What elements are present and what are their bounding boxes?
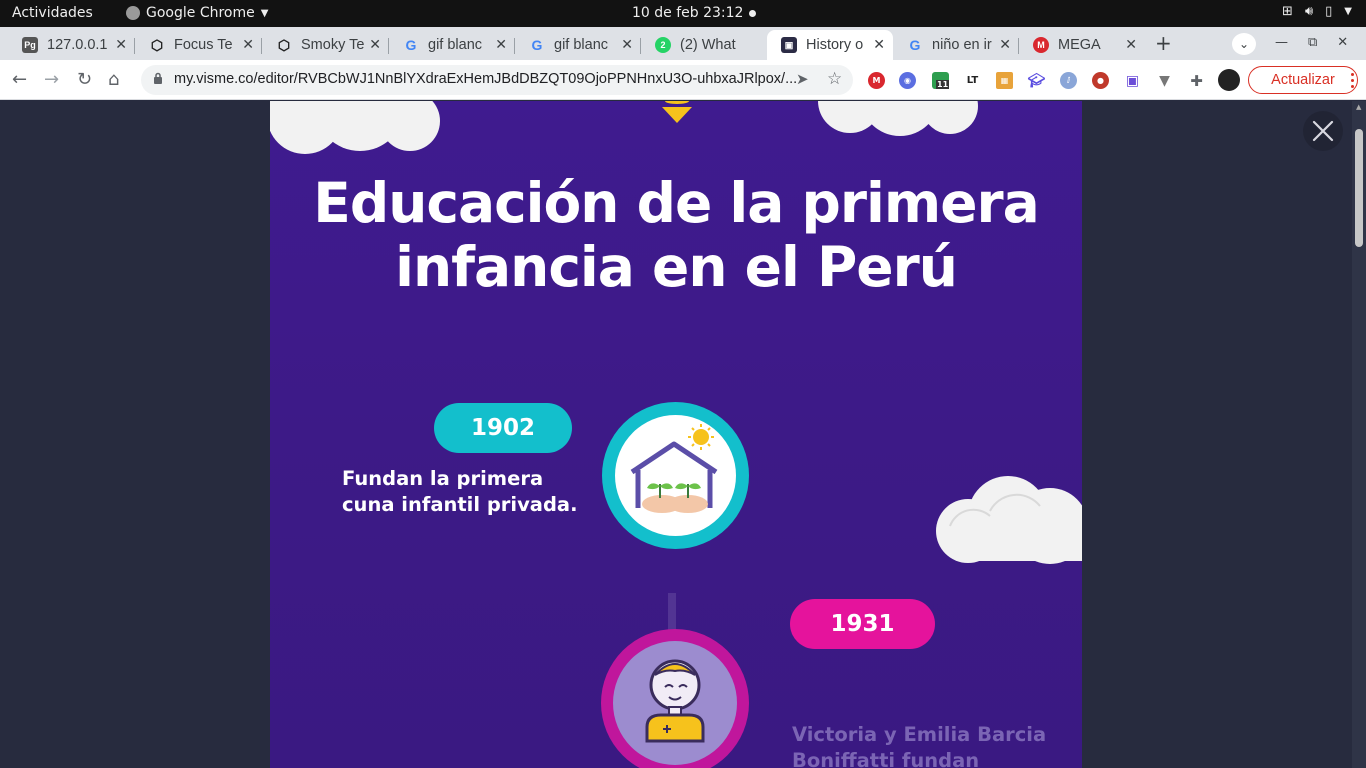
extension-with-badge-icon[interactable]: 11 bbox=[932, 72, 950, 89]
url-text[interactable]: my.visme.co/editor/RVBCbWJ1NnBlYXdraExHe… bbox=[174, 71, 797, 87]
tab-focus[interactable]: ⬡ Focus Te ✕ bbox=[135, 30, 262, 60]
event-circle-1902 bbox=[602, 402, 749, 549]
notification-dot bbox=[749, 10, 756, 17]
google-icon: G bbox=[405, 37, 417, 53]
network-icon: ⊞ bbox=[1282, 4, 1293, 19]
screen-capture-extension-icon[interactable]: ▣ bbox=[1124, 72, 1141, 89]
profile-avatar[interactable] bbox=[1218, 69, 1240, 91]
browser-toolbar: ← → ↻ ⌂ my.visme.co/editor/RVBCbWJ1NnBlY… bbox=[0, 60, 1366, 100]
greenhouse-seedlings-icon bbox=[630, 424, 718, 513]
vue-devtools-extension-icon[interactable]: ▼ bbox=[1156, 72, 1173, 89]
chevron-down-icon: ▼ bbox=[1344, 6, 1352, 17]
address-bar[interactable]: my.visme.co/editor/RVBCbWJ1NnBlYXdraExHe… bbox=[141, 65, 853, 95]
focus-icon: ⬡ bbox=[277, 36, 291, 53]
close-icon bbox=[1312, 120, 1334, 142]
page-title: Educación de la primera infancia en el P… bbox=[313, 171, 1040, 299]
visme-icon: ▣ bbox=[781, 37, 797, 53]
system-tray[interactable]: ⊞ 🔊︎ ▯ ▼ bbox=[1282, 4, 1352, 19]
tab-smoky[interactable]: ⬡ Smoky Te ✕ bbox=[262, 30, 389, 60]
close-icon[interactable]: ✕ bbox=[115, 36, 127, 53]
app-menu[interactable]: Google Chrome ▼ bbox=[126, 5, 268, 21]
close-icon[interactable]: ✕ bbox=[621, 36, 633, 53]
tab-search-button[interactable]: ⌄ bbox=[1232, 33, 1256, 55]
close-window-button[interactable]: ✕ bbox=[1337, 35, 1348, 50]
child-avatar-icon bbox=[645, 659, 705, 743]
cloud-illustration bbox=[818, 101, 978, 136]
window-controls: — ⧉ ✕ bbox=[1275, 35, 1348, 50]
google-icon: G bbox=[909, 37, 921, 53]
tab-gif-blanco-2[interactable]: G gif blanc ✕ bbox=[515, 30, 641, 60]
cloud-illustration bbox=[270, 101, 440, 154]
cloud-illustration bbox=[936, 476, 1082, 564]
year-badge-1902: 1902 bbox=[434, 403, 572, 453]
infographic-canvas: Educación de la primera infancia en el P… bbox=[270, 101, 1082, 768]
forward-button[interactable]: → bbox=[44, 69, 59, 90]
extensions-puzzle-icon[interactable]: ✚ bbox=[1188, 72, 1205, 90]
chrome-icon bbox=[126, 6, 140, 20]
globe-extension-icon[interactable]: ◉ bbox=[899, 72, 916, 89]
vertical-scrollbar[interactable]: ▲ bbox=[1352, 101, 1366, 768]
grid-extension-icon[interactable]: ▦ bbox=[996, 72, 1013, 89]
tab-whatsapp[interactable]: 2 (2) What bbox=[641, 30, 767, 60]
tab-nino[interactable]: G niño en ir ✕ bbox=[893, 30, 1019, 60]
close-preview-button[interactable] bbox=[1303, 111, 1343, 151]
mega-icon: M bbox=[1033, 37, 1049, 53]
system-top-bar: Actividades Google Chrome ▼ 10 de feb 23… bbox=[0, 0, 1366, 27]
graduation-cap-extension-icon[interactable]: 🎓︎ bbox=[1028, 72, 1046, 89]
minimize-button[interactable]: — bbox=[1275, 35, 1288, 50]
send-tab-icon[interactable]: ➤ bbox=[796, 70, 809, 88]
clock[interactable]: 10 de feb 23:12 bbox=[632, 5, 743, 21]
chevron-down-icon: ▼ bbox=[260, 7, 269, 19]
new-tab-button[interactable]: + bbox=[1155, 31, 1172, 55]
bookmark-star-icon[interactable]: ☆ bbox=[827, 69, 842, 89]
marker-triangle-icon bbox=[662, 101, 692, 123]
close-icon[interactable]: ✕ bbox=[369, 36, 381, 53]
google-icon: G bbox=[531, 37, 543, 53]
year-badge-1931: 1931 bbox=[790, 599, 935, 649]
activities-button[interactable]: Actividades bbox=[12, 5, 93, 21]
app-name: Google Chrome bbox=[146, 5, 255, 21]
focus-icon: ⬡ bbox=[150, 36, 164, 53]
event-description-1931: Victoria y Emilia Barcia Boniffatti fund… bbox=[792, 723, 1047, 768]
menu-kebab-icon[interactable] bbox=[1340, 60, 1366, 100]
close-icon[interactable]: ✕ bbox=[495, 36, 507, 53]
reload-button[interactable]: ↻ bbox=[77, 69, 92, 90]
close-icon[interactable]: ✕ bbox=[999, 36, 1011, 53]
event-description-1902: Fundan la primera cuna infantil privada. bbox=[342, 467, 578, 516]
back-button[interactable]: ← bbox=[12, 69, 27, 90]
whatsapp-icon: 2 bbox=[655, 37, 671, 53]
volume-icon: 🔊︎ bbox=[1304, 4, 1314, 19]
lock-icon bbox=[154, 72, 162, 84]
record-extension-icon[interactable]: ● bbox=[1092, 72, 1109, 89]
tab-mega[interactable]: M MEGA ✕ bbox=[1019, 30, 1145, 60]
close-icon[interactable]: ✕ bbox=[1125, 36, 1137, 53]
maximize-button[interactable]: ⧉ bbox=[1308, 35, 1317, 50]
scrollbar-thumb[interactable] bbox=[1355, 129, 1363, 247]
tab-localhost[interactable]: Pg 127.0.0.1 ✕ bbox=[8, 30, 135, 60]
pg-icon: Pg bbox=[22, 37, 38, 53]
mega-extension-icon[interactable]: M bbox=[868, 72, 885, 89]
feather-extension-icon[interactable]: ⅈ bbox=[1060, 72, 1077, 89]
event-circle-1931 bbox=[601, 629, 749, 768]
tab-gif-blanco-1[interactable]: G gif blanc ✕ bbox=[389, 30, 515, 60]
languagetool-extension-icon[interactable]: LT bbox=[964, 72, 981, 89]
tab-history-active[interactable]: ▣ History o ✕ bbox=[767, 30, 893, 60]
close-icon[interactable]: ✕ bbox=[242, 36, 254, 53]
battery-icon: ▯ bbox=[1325, 4, 1333, 19]
home-button[interactable]: ⌂ bbox=[108, 69, 119, 90]
page-viewport: Educación de la primera infancia en el P… bbox=[0, 101, 1366, 768]
close-icon[interactable]: ✕ bbox=[873, 36, 885, 53]
